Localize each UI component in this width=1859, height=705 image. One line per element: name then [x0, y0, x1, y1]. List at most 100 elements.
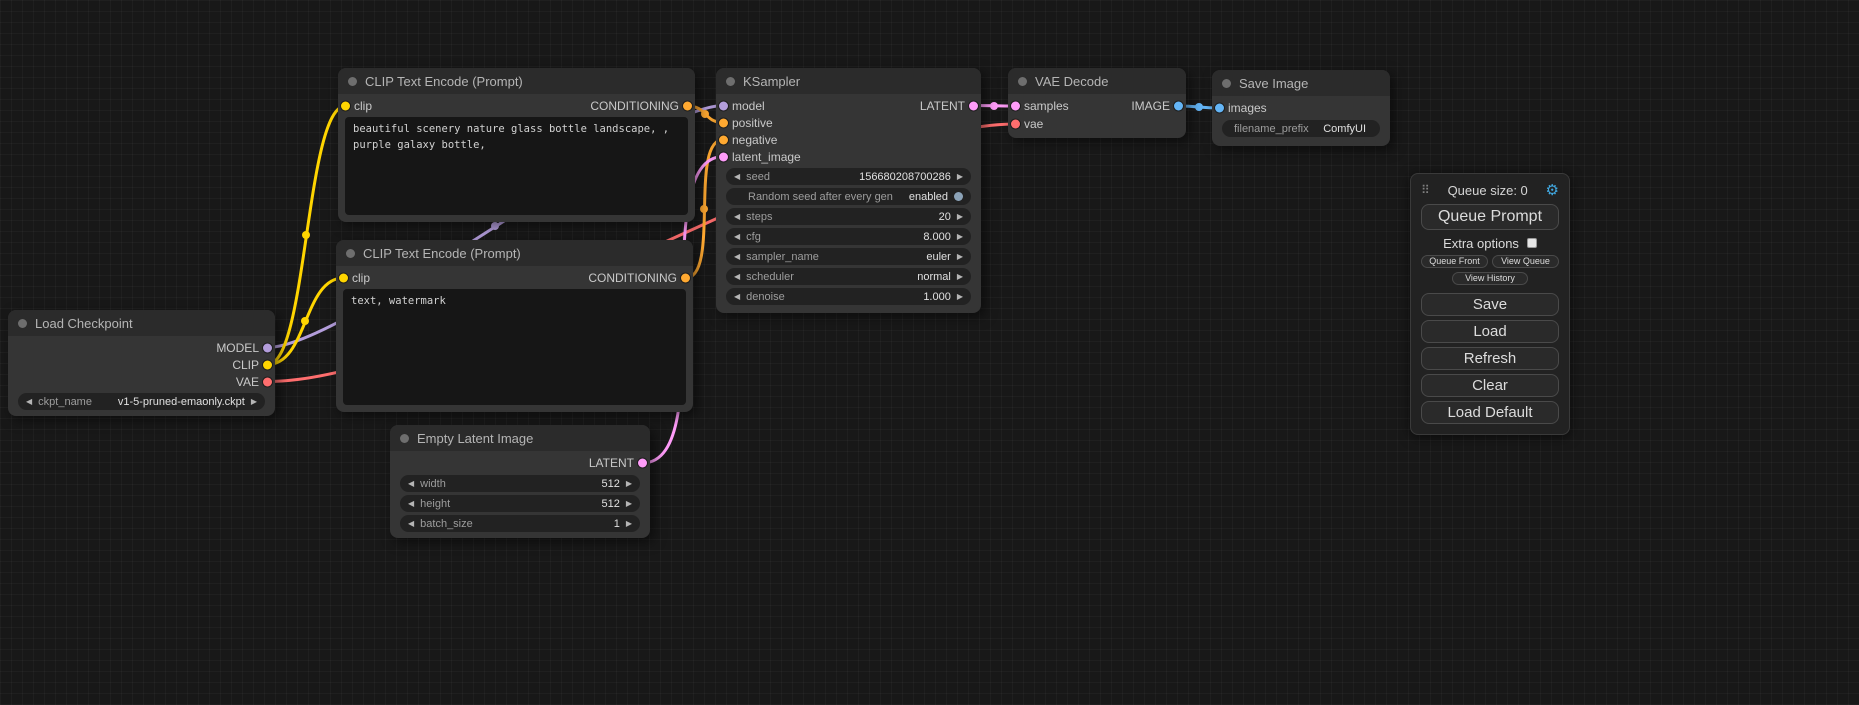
- decrement-icon[interactable]: ◀: [734, 233, 740, 241]
- decrement-icon[interactable]: ◀: [408, 500, 414, 508]
- history-button-row: View History: [1421, 272, 1559, 285]
- node-title-bar[interactable]: Load Checkpoint: [8, 310, 275, 336]
- decrement-icon[interactable]: ◀: [408, 520, 414, 528]
- refresh-button[interactable]: Refresh: [1421, 347, 1559, 370]
- widget-value: 512: [601, 478, 619, 490]
- widget-scheduler[interactable]: ◀ scheduler normal ▶: [726, 268, 971, 285]
- input-slot-images[interactable]: [1215, 104, 1224, 113]
- input-label: vae: [1024, 117, 1043, 131]
- node-ksampler[interactable]: KSampler model LATENT positive negative …: [716, 68, 981, 313]
- input-slot-latent-image[interactable]: [719, 152, 728, 161]
- slot-row: images: [1212, 99, 1390, 117]
- output-slot-conditioning[interactable]: [683, 102, 692, 111]
- save-button[interactable]: Save: [1421, 293, 1559, 316]
- output-slot-latent[interactable]: [638, 459, 647, 468]
- prompt-textarea[interactable]: text, watermark: [343, 289, 686, 405]
- node-title-bar[interactable]: CLIP Text Encode (Prompt): [336, 240, 693, 266]
- output-slot-vae[interactable]: [263, 377, 272, 386]
- next-option-icon[interactable]: ▶: [251, 398, 257, 406]
- widget-batch-size[interactable]: ◀ batch_size 1 ▶: [400, 515, 640, 532]
- input-slot-positive[interactable]: [719, 118, 728, 127]
- decrement-icon[interactable]: ◀: [734, 213, 740, 221]
- widget-sampler-name[interactable]: ◀ sampler_name euler ▶: [726, 248, 971, 265]
- prev-option-icon[interactable]: ◀: [734, 273, 740, 281]
- increment-icon[interactable]: ▶: [957, 173, 963, 181]
- next-option-icon[interactable]: ▶: [957, 273, 963, 281]
- output-slot-clip[interactable]: [263, 360, 272, 369]
- drag-handle-icon[interactable]: ⠿: [1421, 183, 1430, 197]
- extra-options-row: Extra options: [1421, 235, 1559, 251]
- widget-steps[interactable]: ◀ steps 20 ▶: [726, 208, 971, 225]
- widget-seed[interactable]: ◀ seed 156680208700286 ▶: [726, 168, 971, 185]
- output-label: MODEL: [216, 341, 259, 355]
- collapse-dot-icon[interactable]: [18, 319, 27, 328]
- collapse-dot-icon[interactable]: [726, 77, 735, 86]
- slot-row: samples IMAGE: [1008, 97, 1186, 115]
- queue-prompt-button[interactable]: Queue Prompt: [1421, 204, 1559, 230]
- input-slot-clip[interactable]: [341, 102, 350, 111]
- extra-options-checkbox[interactable]: [1527, 238, 1537, 248]
- load-button[interactable]: Load: [1421, 320, 1559, 343]
- node-title-bar[interactable]: CLIP Text Encode (Prompt): [338, 68, 695, 94]
- next-option-icon[interactable]: ▶: [957, 253, 963, 261]
- output-label: CONDITIONING: [590, 99, 679, 113]
- output-slot-latent[interactable]: [969, 101, 978, 110]
- node-title-bar[interactable]: KSampler: [716, 68, 981, 94]
- increment-icon[interactable]: ▶: [957, 233, 963, 241]
- output-slot-model[interactable]: [263, 343, 272, 352]
- increment-icon[interactable]: ▶: [957, 213, 963, 221]
- node-clip-text-encode-positive[interactable]: CLIP Text Encode (Prompt) clip CONDITION…: [338, 68, 695, 222]
- view-history-button[interactable]: View History: [1452, 272, 1528, 285]
- widget-cfg[interactable]: ◀ cfg 8.000 ▶: [726, 228, 971, 245]
- node-save-image[interactable]: Save Image images filename_prefix ComfyU…: [1212, 70, 1390, 146]
- increment-icon[interactable]: ▶: [626, 480, 632, 488]
- node-title-bar[interactable]: Save Image: [1212, 70, 1390, 96]
- settings-gear-icon[interactable]: ⚙: [1546, 181, 1559, 199]
- decrement-icon[interactable]: ◀: [734, 293, 740, 301]
- collapse-dot-icon[interactable]: [348, 77, 357, 86]
- node-vae-decode[interactable]: VAE Decode samples IMAGE vae: [1008, 68, 1186, 138]
- widget-name: seed: [746, 171, 770, 183]
- clear-button[interactable]: Clear: [1421, 374, 1559, 397]
- collapse-dot-icon[interactable]: [346, 249, 355, 258]
- node-title-bar[interactable]: Empty Latent Image: [390, 425, 650, 451]
- collapse-dot-icon[interactable]: [1018, 77, 1027, 86]
- output-slot-conditioning[interactable]: [681, 274, 690, 283]
- input-slot-samples[interactable]: [1011, 102, 1020, 111]
- output-slot-image[interactable]: [1174, 102, 1183, 111]
- node-empty-latent-image[interactable]: Empty Latent Image LATENT ◀ width 512 ▶ …: [390, 425, 650, 538]
- slot-row: positive: [716, 114, 981, 131]
- widget-width[interactable]: ◀ width 512 ▶: [400, 475, 640, 492]
- node-title-bar[interactable]: VAE Decode: [1008, 68, 1186, 94]
- widget-ckpt-name[interactable]: ◀ ckpt_name v1-5-pruned-emaonly.ckpt ▶: [18, 393, 265, 410]
- prev-option-icon[interactable]: ◀: [734, 253, 740, 261]
- widget-random-seed-toggle[interactable]: Random seed after every gen enabled: [726, 188, 971, 205]
- widget-denoise[interactable]: ◀ denoise 1.000 ▶: [726, 288, 971, 305]
- queue-front-button[interactable]: Queue Front: [1421, 255, 1488, 268]
- load-default-button[interactable]: Load Default: [1421, 401, 1559, 424]
- node-clip-text-encode-negative[interactable]: CLIP Text Encode (Prompt) clip CONDITION…: [336, 240, 693, 412]
- increment-icon[interactable]: ▶: [957, 293, 963, 301]
- toggle-indicator[interactable]: [954, 192, 963, 201]
- prompt-textarea[interactable]: beautiful scenery nature glass bottle la…: [345, 117, 688, 215]
- view-queue-button[interactable]: View Queue: [1492, 255, 1559, 268]
- collapse-dot-icon[interactable]: [400, 434, 409, 443]
- node-canvas[interactable]: Load Checkpoint MODEL CLIP VAE ◀ ckpt_na…: [0, 0, 1859, 705]
- input-slot-negative[interactable]: [719, 135, 728, 144]
- input-slot-vae[interactable]: [1011, 120, 1020, 129]
- slot-row: negative: [716, 131, 981, 148]
- prev-option-icon[interactable]: ◀: [26, 398, 32, 406]
- node-title: Save Image: [1239, 76, 1308, 91]
- decrement-icon[interactable]: ◀: [734, 173, 740, 181]
- increment-icon[interactable]: ▶: [626, 520, 632, 528]
- decrement-icon[interactable]: ◀: [408, 480, 414, 488]
- input-slot-clip[interactable]: [339, 274, 348, 283]
- collapse-dot-icon[interactable]: [1222, 79, 1231, 88]
- link-dot: [302, 231, 310, 239]
- increment-icon[interactable]: ▶: [626, 500, 632, 508]
- node-load-checkpoint[interactable]: Load Checkpoint MODEL CLIP VAE ◀ ckpt_na…: [8, 310, 275, 416]
- widget-height[interactable]: ◀ height 512 ▶: [400, 495, 640, 512]
- queue-buttons-row: Queue Front View Queue: [1421, 255, 1559, 268]
- widget-filename-prefix[interactable]: filename_prefix ComfyUI: [1222, 120, 1380, 137]
- input-slot-model[interactable]: [719, 101, 728, 110]
